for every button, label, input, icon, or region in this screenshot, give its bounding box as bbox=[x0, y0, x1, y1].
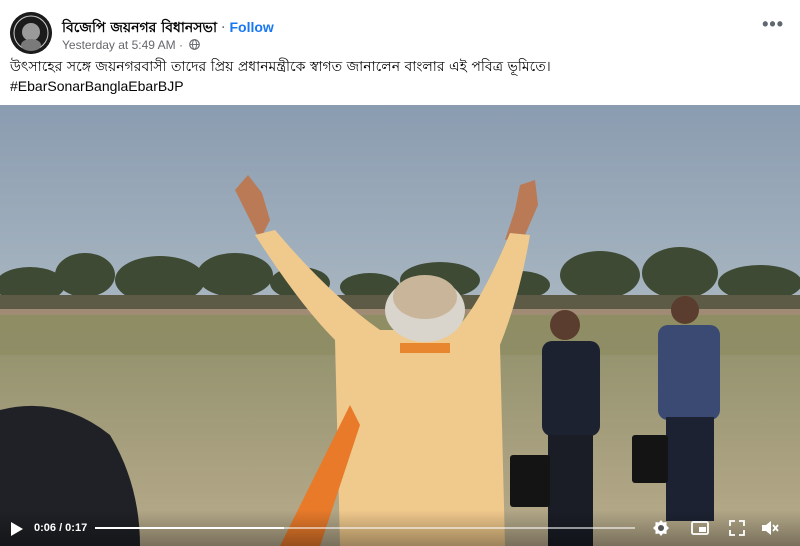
speaker-muted-icon[interactable] bbox=[760, 518, 780, 538]
globe-icon bbox=[189, 39, 201, 50]
facebook-post: বিজেপি জয়নগর বিধানসভা · Follow Yesterday … bbox=[0, 0, 800, 546]
video-progress-fill bbox=[95, 527, 284, 529]
post-timestamp[interactable]: Yesterday at 5:49 AM bbox=[62, 38, 176, 52]
video-progress-bar[interactable] bbox=[95, 527, 635, 529]
picture-in-picture-icon[interactable] bbox=[690, 518, 710, 538]
fullscreen-icon[interactable] bbox=[727, 518, 747, 538]
more-options-button[interactable]: ••• bbox=[762, 14, 784, 35]
caption-text: উৎসাহের সঙ্গে জয়নগরবাসী তাদের প্রিয় প্… bbox=[10, 59, 551, 75]
video-frame bbox=[0, 105, 800, 546]
separator-dot: · bbox=[221, 20, 226, 36]
page-name[interactable]: বিজেপি জয়নগর বিধানসভা bbox=[62, 20, 217, 36]
video-time: 0:06 / 0:17 bbox=[34, 522, 88, 534]
follow-button[interactable]: Follow bbox=[229, 19, 273, 35]
hashtag-link[interactable]: #EbarSonarBanglaEbarBJP bbox=[10, 77, 790, 96]
post-header: বিজেপি জয়নগর বিধানসভা · Follow Yesterday … bbox=[10, 12, 790, 56]
post-caption: উৎসাহের সঙ্গে জয়নগরবাসী তাদের প্রিয় প্… bbox=[10, 58, 790, 96]
page-avatar[interactable] bbox=[10, 12, 52, 54]
play-icon[interactable] bbox=[10, 521, 24, 537]
post-meta: Yesterday at 5:49 AM · bbox=[62, 38, 201, 52]
video-controls: 0:06 / 0:17 bbox=[0, 510, 800, 546]
video-player[interactable]: 0:06 / 0:17 bbox=[0, 105, 800, 546]
meta-separator: · bbox=[178, 38, 187, 52]
page-name-row: বিজেপি জয়নগর বিধানসভা · Follow bbox=[62, 16, 274, 40]
gear-icon[interactable] bbox=[651, 518, 671, 538]
avatar-image bbox=[10, 12, 52, 54]
